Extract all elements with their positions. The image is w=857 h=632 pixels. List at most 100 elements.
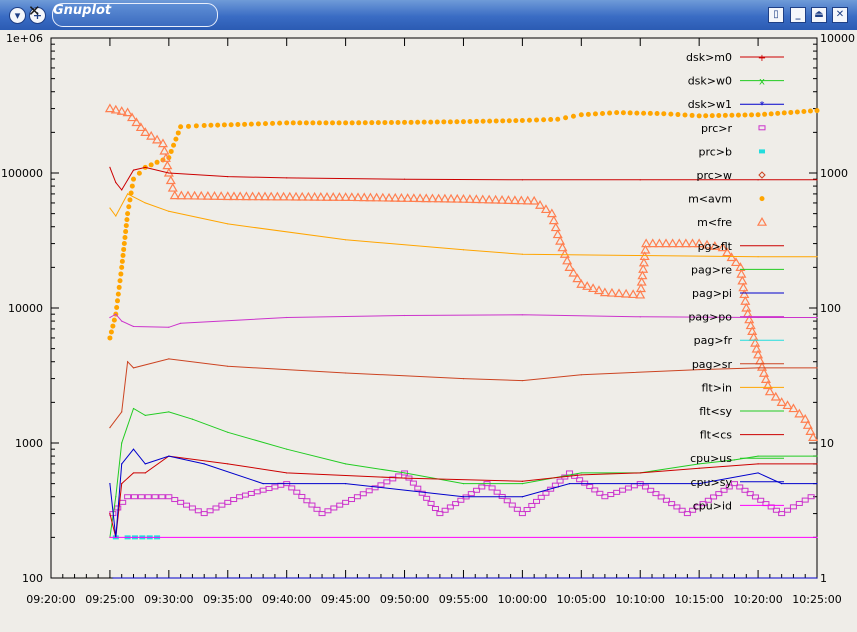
data-point (614, 110, 620, 116)
data-point (290, 120, 296, 126)
data-point (816, 463, 818, 465)
data-point (108, 329, 114, 335)
data-point (493, 489, 501, 495)
data-point (343, 120, 349, 126)
data-point (689, 112, 695, 118)
data-point (518, 511, 526, 517)
data-point (127, 193, 129, 195)
data-point (816, 577, 818, 579)
data-point (600, 110, 606, 116)
data-point (757, 472, 759, 474)
data-point (173, 136, 179, 142)
x-tick-label: 10:15:00 (674, 593, 723, 606)
close-button[interactable]: ✕ (832, 7, 848, 23)
data-point (151, 494, 159, 500)
data-point (124, 217, 130, 223)
restore-button[interactable]: ▯ (768, 7, 784, 23)
data-point (395, 119, 401, 125)
data-point (628, 289, 639, 299)
data-point (310, 120, 316, 126)
data-point (203, 463, 205, 465)
data-point (578, 112, 584, 118)
data-point (624, 485, 632, 491)
data-point (508, 502, 516, 508)
data-point (132, 367, 135, 369)
data-point (318, 511, 326, 517)
data-point (362, 120, 368, 126)
data-point (121, 442, 123, 444)
data-point (506, 118, 512, 124)
data-point (109, 536, 111, 538)
data-point (286, 177, 288, 179)
x-tick-label: 10:00:00 (498, 593, 547, 606)
data-point (144, 472, 146, 474)
data-point (816, 367, 818, 369)
data-point (353, 494, 361, 500)
shade-button[interactable]: ⏏ (811, 7, 827, 23)
data-point (414, 485, 422, 491)
data-point (162, 160, 173, 170)
data-point (607, 492, 615, 498)
y-tick-label: 100 (22, 572, 43, 585)
data-point (403, 314, 406, 317)
data-point (109, 483, 111, 485)
data-point (288, 485, 296, 491)
data-point (121, 463, 123, 465)
data-point (262, 121, 268, 127)
data-point (121, 483, 123, 485)
data-point (121, 411, 123, 413)
data-point (730, 257, 742, 267)
data-point (382, 120, 388, 126)
x-tick-label: 09:30:00 (144, 593, 193, 606)
data-point (816, 536, 818, 538)
data-point (709, 113, 715, 119)
data-point (521, 253, 523, 255)
data-point (816, 455, 818, 457)
data-point (639, 483, 641, 485)
data-point (607, 110, 613, 116)
data-point (115, 181, 117, 184)
legend-label: prc>b (698, 145, 732, 158)
x-logo-icon: ✕ (28, 2, 41, 20)
data-point (183, 502, 191, 508)
x-tick-label: 10:20:00 (733, 593, 782, 606)
data-point (661, 111, 667, 117)
data-point (132, 325, 135, 328)
legend-label: prc>r (701, 122, 733, 135)
data-point (757, 256, 759, 258)
window-menu-button[interactable]: ▾ (9, 7, 26, 24)
data-point (121, 246, 127, 252)
data-point (227, 463, 229, 465)
data-point (348, 497, 356, 503)
legend-label: m<avm (688, 193, 732, 206)
data-point (253, 489, 261, 495)
data-point (286, 448, 288, 450)
data-point (130, 494, 138, 500)
data-point (557, 242, 568, 252)
data-point (228, 122, 234, 128)
data-point (259, 487, 267, 493)
title-bar[interactable]: ▾ + ✕ Gnuplot ▯ _ ⏏ ✕ (0, 0, 857, 30)
data-point (454, 119, 460, 125)
data-point (345, 483, 347, 485)
data-point (336, 502, 344, 508)
data-point (627, 110, 633, 116)
data-point (165, 494, 173, 500)
data-point (462, 496, 465, 498)
minimize-button[interactable]: _ (790, 7, 806, 23)
data-point (682, 112, 688, 118)
data-point (132, 472, 135, 474)
data-point (541, 117, 547, 123)
data-point (698, 467, 700, 469)
data-point (230, 497, 238, 503)
data-point (377, 482, 385, 488)
data-point (114, 298, 120, 304)
y2-tick-label: 10000 (820, 32, 855, 45)
data-point (308, 502, 316, 508)
data-point (121, 320, 123, 322)
x-tick-label: 09:20:00 (26, 593, 75, 606)
data-point (191, 418, 194, 420)
y-tick-label: 100000 (1, 167, 43, 180)
legend-label: dsk>m0 (686, 51, 732, 64)
y2-tick-label: 1 (820, 572, 827, 585)
